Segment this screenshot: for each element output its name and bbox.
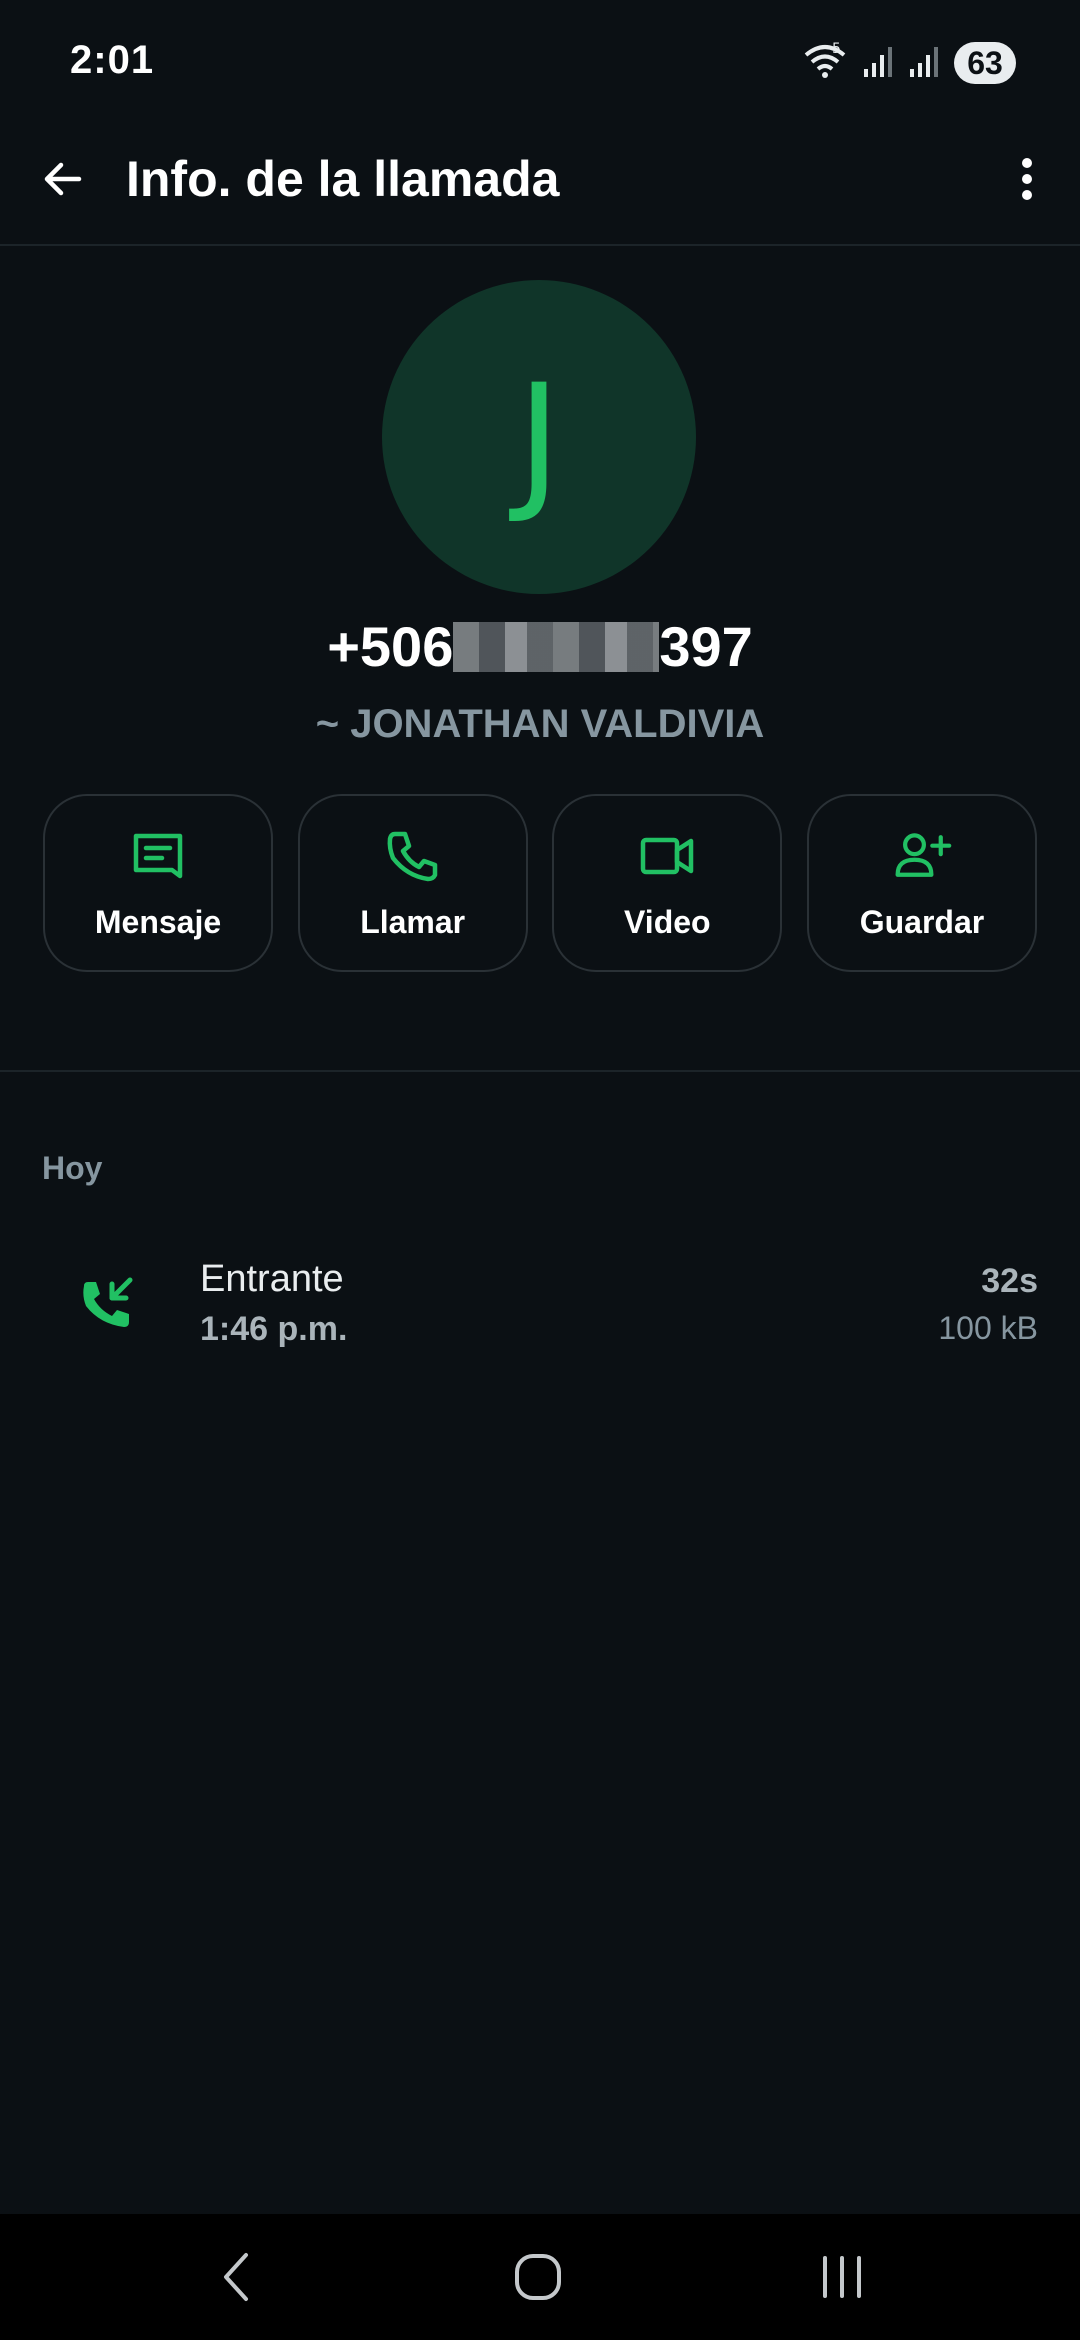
phone-suffix: 397	[659, 615, 753, 678]
add-contact-icon	[892, 826, 952, 886]
status-bar: 2:01 5 63	[0, 0, 1080, 130]
home-icon	[515, 2254, 561, 2300]
battery-indicator: 63	[954, 42, 1016, 84]
message-button[interactable]: Mensaje	[43, 794, 273, 972]
back-button[interactable]	[30, 146, 96, 212]
app-bar: Info. de la llamada	[0, 130, 1080, 246]
more-vertical-icon	[1022, 158, 1032, 200]
call-history-row[interactable]: Entrante 1:46 p.m. 32s 100 kB	[0, 1240, 1080, 1370]
message-icon	[128, 826, 188, 886]
nav-recents-button[interactable]	[802, 2244, 882, 2310]
avatar-letter: J	[516, 353, 562, 527]
nav-back-button[interactable]	[196, 2244, 276, 2310]
nav-home-button[interactable]	[498, 2244, 578, 2310]
incoming-call-icon	[74, 1272, 140, 1338]
video-button[interactable]: Video	[552, 794, 783, 972]
status-time: 2:01	[70, 38, 155, 82]
video-label: Video	[624, 903, 711, 940]
action-buttons: Mensaje Llamar Video Guardar	[43, 794, 1037, 976]
signal-icon-2	[908, 43, 940, 84]
phone-icon	[383, 826, 443, 886]
wifi-icon: 5	[802, 41, 848, 86]
call-duration: 32s	[981, 1262, 1038, 1300]
status-icons: 5 63	[802, 40, 1016, 86]
redacted-mask	[453, 622, 660, 672]
more-options-button[interactable]	[994, 146, 1060, 212]
video-icon	[637, 826, 697, 886]
call-size: 100 kB	[938, 1310, 1038, 1346]
message-label: Mensaje	[94, 903, 222, 940]
call-time: 1:46 p.m.	[200, 1310, 348, 1348]
page-title: Info. de la llamada	[126, 151, 560, 207]
call-type: Entrante	[200, 1258, 344, 1300]
section-divider	[0, 1070, 1080, 1072]
system-nav-bar	[0, 2214, 1080, 2340]
svg-text:5: 5	[832, 41, 841, 57]
signal-icon	[862, 43, 894, 84]
phone-prefix: +506	[327, 615, 454, 678]
recents-icon	[823, 2256, 861, 2298]
call-info-screen: 2:01 5 63 Info. de la llamada J +506 397…	[0, 0, 1080, 2340]
arrow-left-icon	[44, 162, 82, 196]
call-label: Llamar	[360, 903, 466, 940]
save-label: Guardar	[859, 903, 985, 940]
avatar[interactable]: J	[382, 280, 696, 594]
contact-name: ~ JONATHAN VALDIVIA	[315, 702, 765, 746]
call-button[interactable]: Llamar	[297, 794, 528, 972]
section-label-today: Hoy	[42, 1150, 103, 1186]
save-contact-button[interactable]: Guardar	[806, 794, 1037, 972]
phone-number: +506 397	[0, 612, 1080, 682]
chevron-left-icon	[224, 2253, 248, 2301]
